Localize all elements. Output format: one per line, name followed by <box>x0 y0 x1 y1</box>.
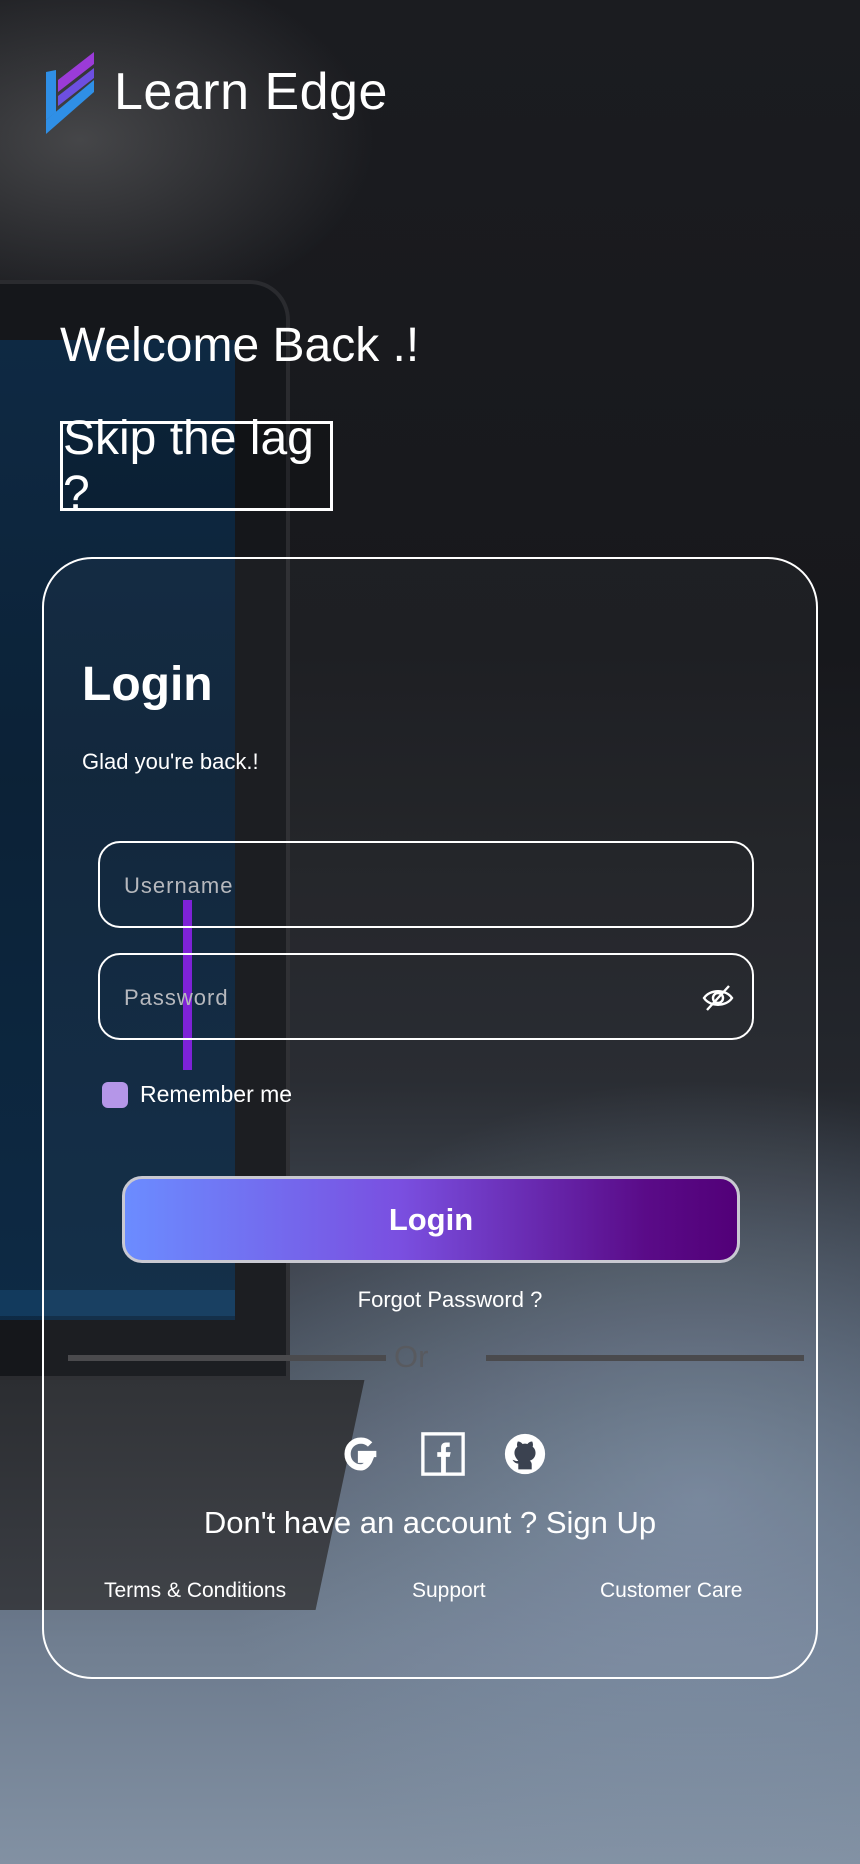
signup-prompt[interactable]: Don't have an account ? Sign Up <box>44 1505 816 1541</box>
skip-the-lag-button[interactable]: Skip the lag ? <box>60 412 333 520</box>
facebook-icon[interactable] <box>420 1431 466 1477</box>
remember-me-checkbox[interactable] <box>102 1081 128 1108</box>
login-button[interactable]: Login <box>122 1176 740 1263</box>
divider-left <box>68 1355 386 1361</box>
brand-logo[interactable]: Learn Edge <box>46 50 388 134</box>
customer-care-link[interactable]: Customer Care <box>600 1579 742 1603</box>
username-field-wrapper <box>98 841 754 928</box>
support-link[interactable]: Support <box>412 1579 486 1603</box>
divider-right <box>486 1355 804 1361</box>
password-input[interactable] <box>122 955 686 1040</box>
remember-me-row[interactable]: Remember me <box>102 1081 292 1108</box>
welcome-heading: Welcome Back .! <box>60 319 420 372</box>
forgot-password-link[interactable]: Forgot Password ? <box>44 1287 816 1313</box>
remember-me-label: Remember me <box>140 1081 293 1107</box>
terms-link[interactable]: Terms & Conditions <box>104 1579 286 1603</box>
brand-name: Learn Edge <box>114 63 388 121</box>
login-subtitle: Glad you're back.! <box>82 749 259 774</box>
social-login-row <box>338 1431 548 1477</box>
eye-slash-icon[interactable] <box>702 982 734 1014</box>
learn-edge-logo-icon <box>46 52 94 134</box>
username-input[interactable] <box>122 843 686 928</box>
password-field-wrapper <box>98 953 754 1040</box>
login-card: Login Glad you're back.! Remember me Log… <box>42 557 818 1679</box>
github-icon[interactable] <box>502 1431 548 1477</box>
login-title: Login <box>82 658 213 711</box>
or-separator: Or <box>394 1339 429 1374</box>
google-icon[interactable] <box>338 1431 384 1477</box>
